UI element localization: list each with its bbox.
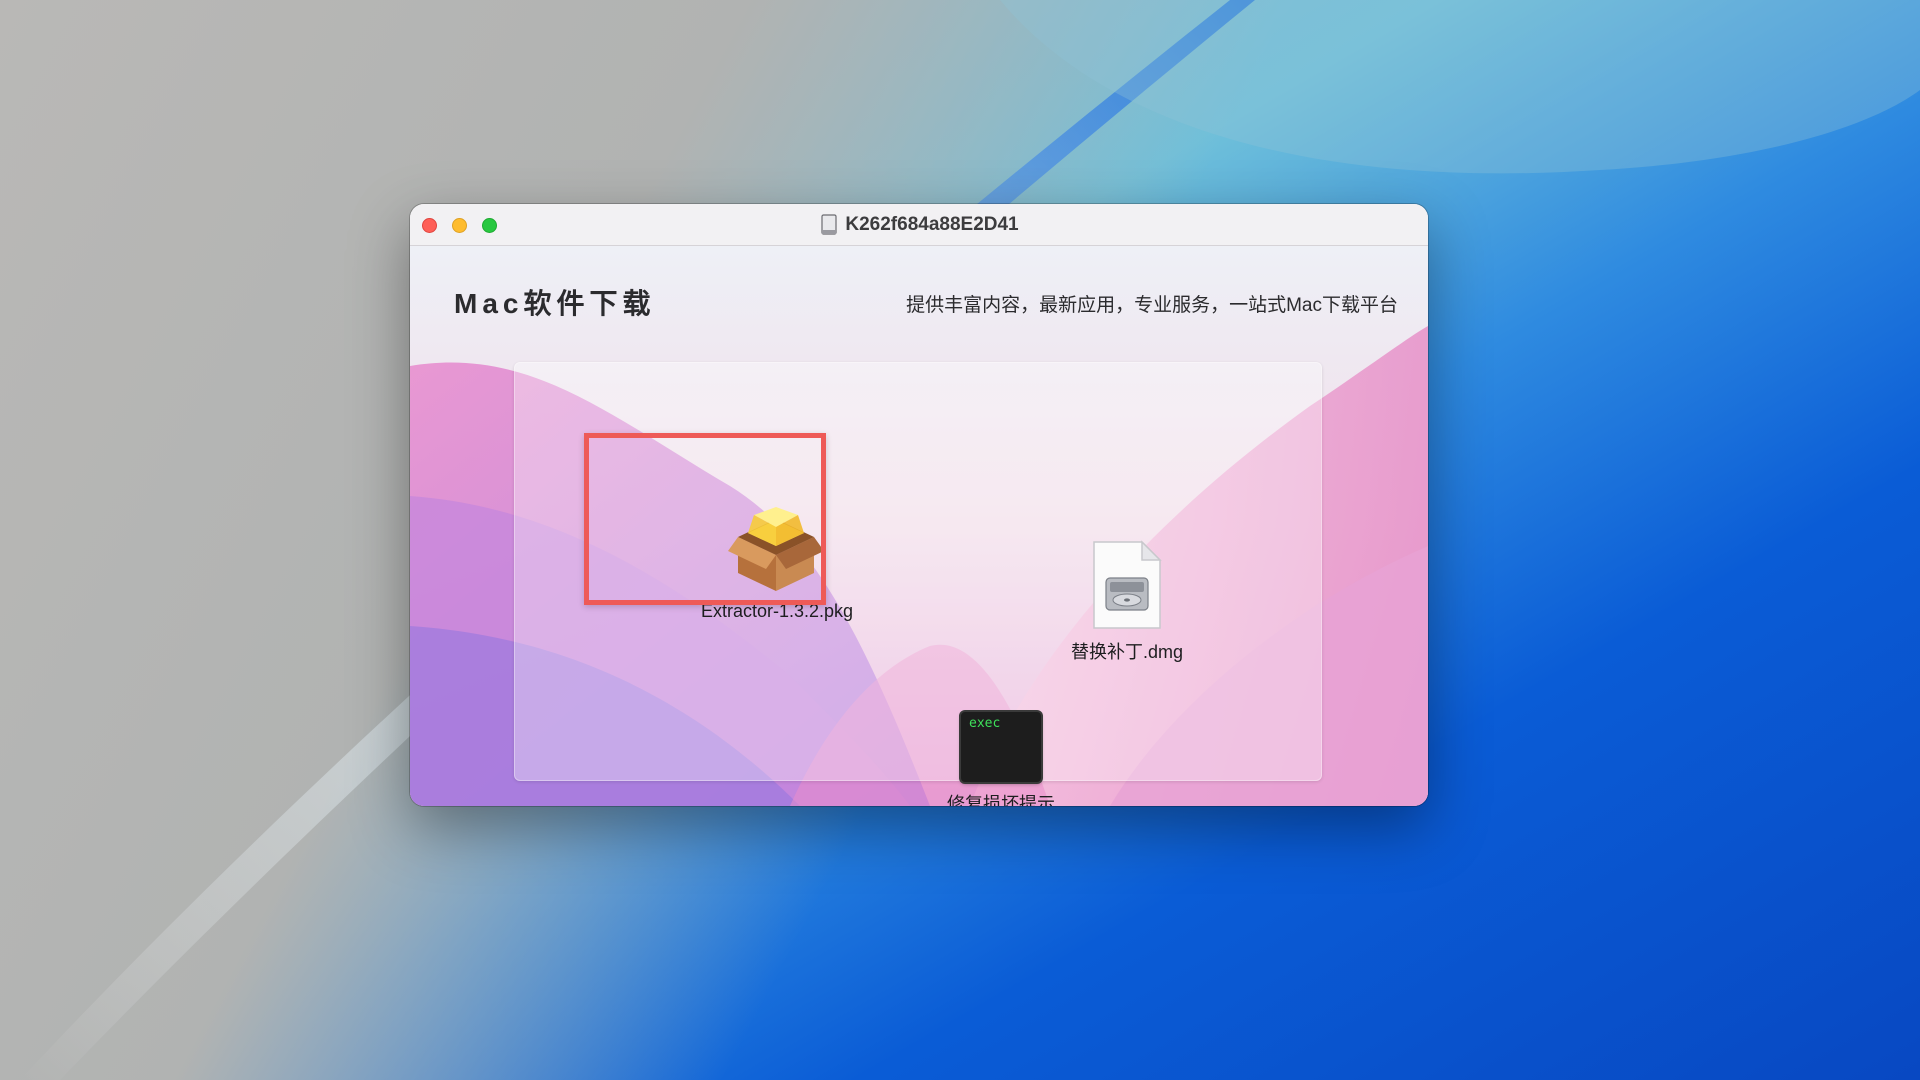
- file-label-dmg: 替换补丁.dmg: [1070, 642, 1184, 662]
- brand-title: Mac软件下载: [454, 288, 656, 319]
- tagline-text: 提供丰富内容，最新应用，专业服务，一站式Mac下载平台: [906, 295, 1398, 316]
- terminal-exec-icon: exec: [961, 712, 1041, 782]
- disk-icon: [821, 213, 837, 235]
- window-title: K262f684a88E2D41: [410, 204, 1428, 245]
- highlight-box: [584, 433, 826, 605]
- finder-window: K262f684a88E2D41 Mac软件下载 提供丰富内容，最新应用，专业服…: [410, 204, 1428, 806]
- window-content: Mac软件下载 提供丰富内容，最新应用，专业服务，一站式Mac下载平台 Extr…: [410, 246, 1428, 806]
- title-bar[interactable]: K262f684a88E2D41: [410, 204, 1428, 246]
- file-label-exec: 修复损坏提示: [947, 794, 1055, 806]
- file-item-exec[interactable]: exec 修复损坏提示: [936, 712, 1066, 806]
- terminal-icon-text: exec: [969, 716, 1001, 731]
- disk-image-icon: [1093, 540, 1162, 629]
- file-item-dmg[interactable]: 替换补丁.dmg: [1057, 540, 1197, 664]
- window-title-text: K262f684a88E2D41: [845, 213, 1019, 235]
